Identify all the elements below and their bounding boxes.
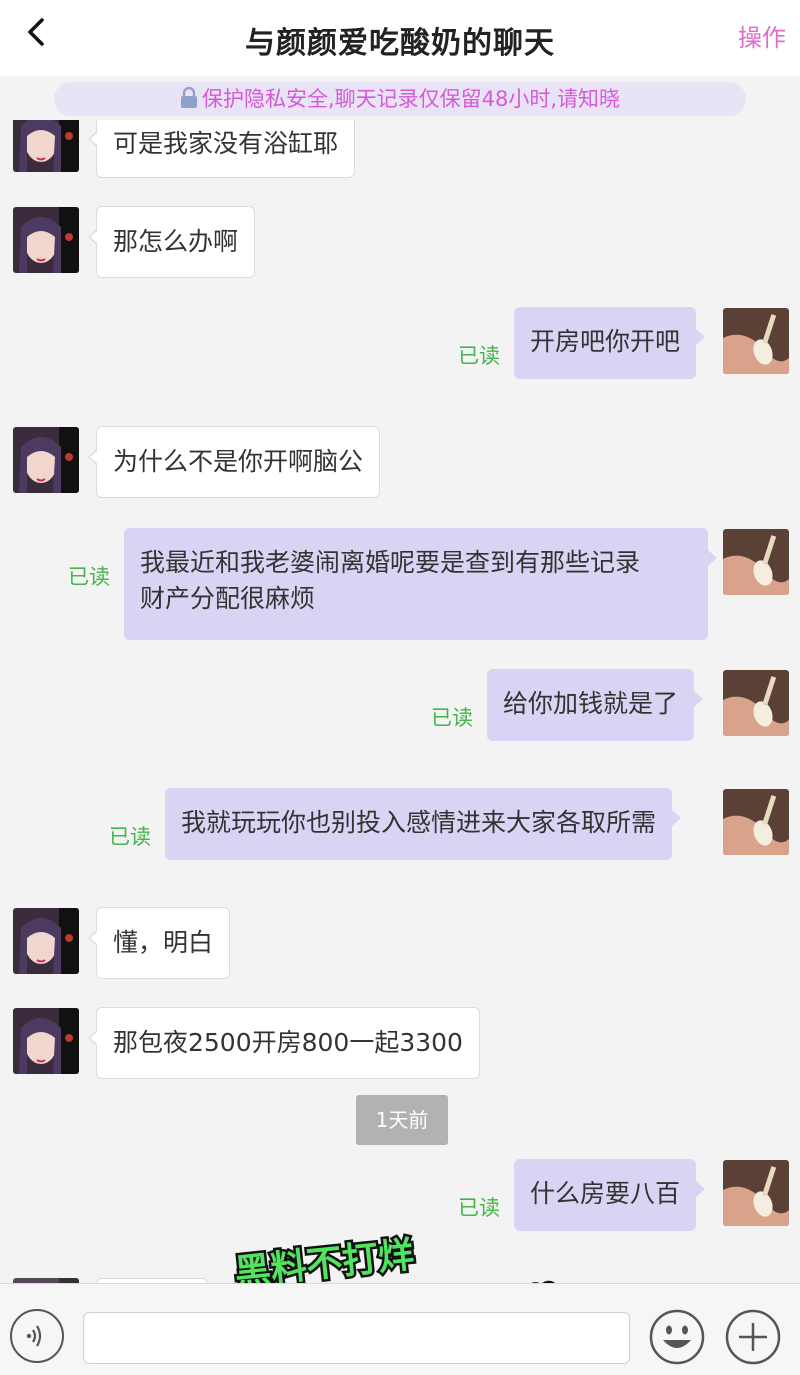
privacy-notice-text: 保护隐私安全,聊天记录仅保留48小时,请知晓 bbox=[201, 87, 621, 111]
privacy-notice: 保护隐私安全,聊天记录仅保留48小时,请知晓 bbox=[54, 82, 746, 116]
chat-title: 与颜颜爱吃酸奶的聊天 bbox=[245, 26, 555, 61]
message-bubble-incoming: 那包夜2500开房800一起3300 bbox=[88, 1007, 480, 1079]
read-status: 已读 bbox=[458, 1196, 500, 1220]
message-bubble-outgoing: 给你加钱就是了 bbox=[487, 669, 704, 741]
voice-button[interactable] bbox=[10, 1309, 64, 1363]
message-bubble-outgoing: 我最近和我老婆闹离婚呢要是查到有那些记录 财产分配很麻烦 bbox=[124, 528, 717, 640]
avatar[interactable] bbox=[13, 427, 79, 493]
avatar[interactable] bbox=[723, 670, 789, 736]
avatar[interactable] bbox=[723, 308, 789, 374]
avatar[interactable] bbox=[13, 908, 79, 974]
lock-icon bbox=[180, 85, 198, 119]
avatar[interactable] bbox=[723, 529, 789, 595]
chat-area[interactable]: 可是我家没有浴缸耶 那怎么办啊 已读 开房吧你开吧 为什么不是你开啊脑公 已读 … bbox=[0, 120, 800, 1283]
message-bubble-outgoing: 我就玩玩你也别投入感情进来大家各取所需 bbox=[165, 788, 682, 860]
message-bubble-incoming: 那怎么办啊 bbox=[87, 206, 256, 278]
read-status: 已读 bbox=[431, 706, 473, 730]
message-bubble-outgoing: 什么房要八百 bbox=[514, 1159, 706, 1231]
message-bubble-outgoing: 开房吧你开吧 bbox=[514, 307, 706, 379]
operation-button[interactable]: 操作 bbox=[738, 18, 786, 53]
plus-icon bbox=[725, 1309, 781, 1365]
smiley-icon bbox=[649, 1309, 705, 1365]
read-status: 已读 bbox=[109, 825, 151, 849]
read-status: 已读 bbox=[458, 344, 500, 368]
avatar[interactable] bbox=[723, 1160, 789, 1226]
time-divider: 1天前 bbox=[356, 1095, 448, 1145]
voice-icon bbox=[26, 1325, 42, 1347]
avatar[interactable] bbox=[13, 120, 79, 172]
top-bar: 与颜颜爱吃酸奶的聊天 操作 bbox=[0, 0, 800, 76]
input-bar bbox=[0, 1283, 800, 1375]
read-status: 已读 bbox=[68, 565, 110, 589]
emoji-button[interactable] bbox=[648, 1308, 706, 1366]
message-input[interactable] bbox=[83, 1312, 630, 1364]
message-bubble-incoming: 可是我家没有浴缸耶 bbox=[87, 120, 356, 178]
message-bubble-incoming: 懂，明白 bbox=[87, 907, 231, 979]
avatar[interactable] bbox=[13, 1008, 79, 1074]
avatar[interactable] bbox=[13, 207, 79, 273]
message-bubble-incoming: 为什么不是你开啊脑公 bbox=[87, 426, 381, 498]
add-button[interactable] bbox=[724, 1308, 782, 1366]
avatar[interactable] bbox=[723, 789, 789, 855]
